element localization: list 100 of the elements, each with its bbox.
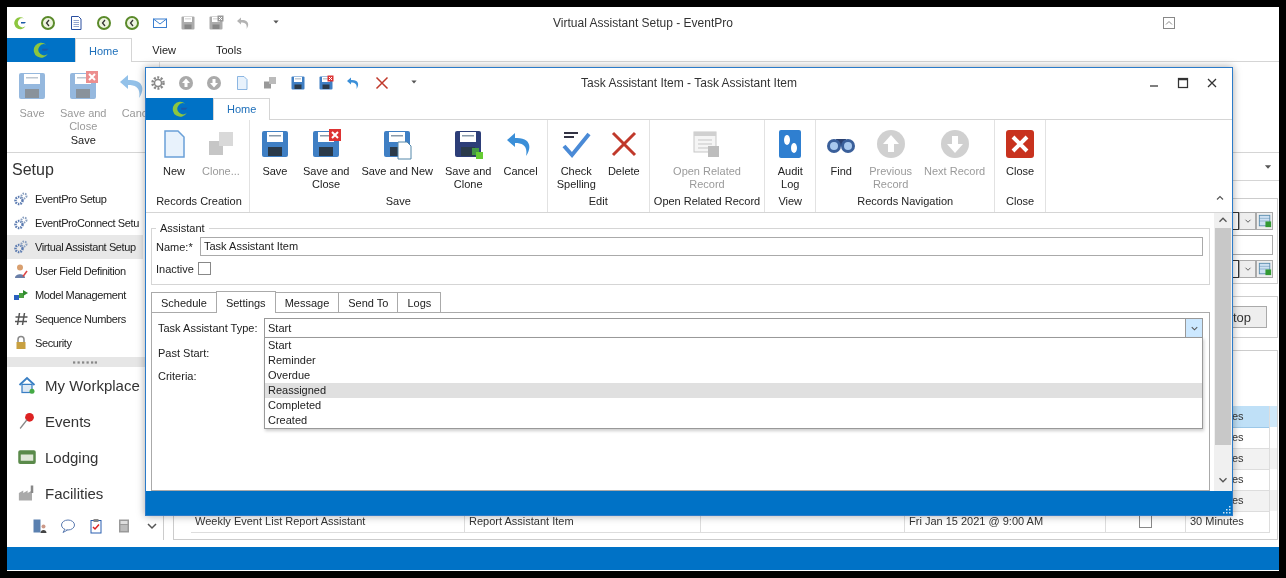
input-field[interactable]: Task Assistant Item [200,237,1203,256]
house-icon [17,375,37,395]
sidebar-item[interactable]: EventProConnect Setu [7,211,143,235]
down-arrow-circle-icon [938,128,971,160]
sidebar-item[interactable]: Virtual Assistant Setup [7,235,143,259]
delete-icon[interactable] [374,75,390,91]
group-label: Records Navigation [857,194,954,209]
group-label: Save [70,133,96,148]
maximize-icon[interactable] [1175,75,1191,91]
ribbon-button[interactable]: Close [999,126,1042,194]
sidebar-item[interactable]: EventPro Setup [7,187,143,211]
table-icon [1257,214,1272,228]
field-label: Task Assistant Type: [158,322,259,334]
ribbon-button[interactable]: Save [253,126,296,194]
window-title: Task Assistant Item - Task Assistant Item [581,76,797,90]
window-title: Virtual Assistant Setup - EventPro [553,15,733,30]
building-person-icon[interactable] [32,518,48,534]
sidebar-item[interactable]: Security [7,331,143,355]
pushpin-icon [17,411,37,431]
document-icon[interactable] [68,14,84,31]
clock-icon[interactable] [96,14,112,31]
gears-icon [13,239,29,255]
ribbon-button[interactable]: Check Spelling [551,126,601,194]
ribbon-tab[interactable]: Home [213,98,271,120]
page-icon[interactable] [234,75,250,91]
pane-header: Setup [11,160,55,180]
checkbox[interactable] [197,262,211,275]
field-label: Inactive [156,262,194,275]
sidebar-item[interactable]: Model Management [7,283,143,307]
nav-item[interactable]: My Workplace [7,367,143,403]
ribbon-button[interactable]: Audit Log [769,126,812,194]
ribbon-button[interactable]: Cancel [498,126,543,194]
floppy-disk-x-icon [67,70,100,102]
gears-icon [13,191,29,207]
tab[interactable]: Schedule [151,292,217,312]
scrollbar[interactable] [1214,213,1232,491]
ribbon-tab[interactable]: View [138,38,190,61]
up-arrow-circle-icon [874,128,907,160]
nav-item[interactable]: Facilities [7,475,143,511]
ribbon-tab[interactable]: Home [75,38,133,62]
floppy-disk-x-icon[interactable] [318,75,334,91]
group-label: Records Creation [156,194,242,209]
down-arrow-circle-icon[interactable] [206,75,222,91]
app-menu-button[interactable] [146,98,213,120]
lookup-button[interactable] [1256,212,1273,230]
up-arrow-circle-icon[interactable] [178,75,194,91]
floppy-disk-plus-icon [452,128,485,160]
blocks-icon [13,287,29,303]
ribbon-button[interactable]: Save and Close [297,126,355,194]
tab[interactable]: Logs [397,292,442,312]
sidebar-item[interactable]: Sequence Numbers [7,307,143,331]
ribbon-button[interactable]: Find [820,126,863,194]
field-label: Name:* [156,240,194,253]
group-title: Assistant [159,221,206,236]
ribbon-button[interactable]: Save and Clone [439,126,497,194]
field-label: Past Start: [158,346,210,361]
tab[interactable]: Message [274,292,340,312]
group-label: Edit [588,194,608,209]
calculator-icon[interactable] [116,518,132,534]
ribbon-tab[interactable]: Tools [202,38,256,61]
group-label: Close [1006,194,1035,209]
dropdown-option[interactable]: Reassigned [265,383,1202,398]
scroll-thumb[interactable] [1215,228,1231,445]
dropdown-option[interactable]: Created [265,413,1202,428]
close-icon [1004,128,1037,160]
cubes-icon[interactable] [262,75,278,91]
person-icon [13,263,29,279]
dropdown-option[interactable]: Completed [265,398,1202,413]
table-icon [1257,262,1272,276]
dropdown-button[interactable] [1239,212,1256,230]
settings-icon[interactable] [150,75,166,91]
grip-icon [73,360,97,364]
nav-item[interactable]: Events [7,403,143,439]
clock-icon[interactable] [40,14,56,31]
app-menu-button[interactable] [7,38,75,62]
field-label: Criteria: [158,369,197,384]
bed-icon [17,447,37,467]
dropdown-option[interactable]: Reminder [265,353,1202,368]
clock-icon[interactable] [124,14,140,31]
floppy-disk-x-icon [310,128,343,160]
logo-icon [31,40,51,60]
dropdown-button[interactable] [1239,260,1256,278]
group-label: View [778,194,803,209]
tab[interactable]: Settings [215,291,276,313]
speech-bubble-icon[interactable] [60,518,76,534]
ribbon-button[interactable]: Delete [602,126,645,194]
dropdown-option[interactable]: Overdue [265,368,1202,383]
hash-icon [13,311,29,327]
floppy-disk-page-icon [381,128,414,160]
sidebar-item[interactable]: User Field Definition [7,259,143,283]
logo-icon[interactable] [12,14,28,31]
gears-icon [13,215,29,231]
clipboard-icon[interactable] [88,518,104,534]
nav-item[interactable]: Lodging [7,439,143,475]
dropdown-option[interactable]: Start [265,338,1202,353]
ribbon-button[interactable]: Save and New [356,126,438,194]
ribbon-button[interactable]: New [153,126,195,194]
lookup-button[interactable] [1256,260,1273,278]
group-label: Save [385,194,411,209]
resize-grip-icon [1220,503,1232,515]
